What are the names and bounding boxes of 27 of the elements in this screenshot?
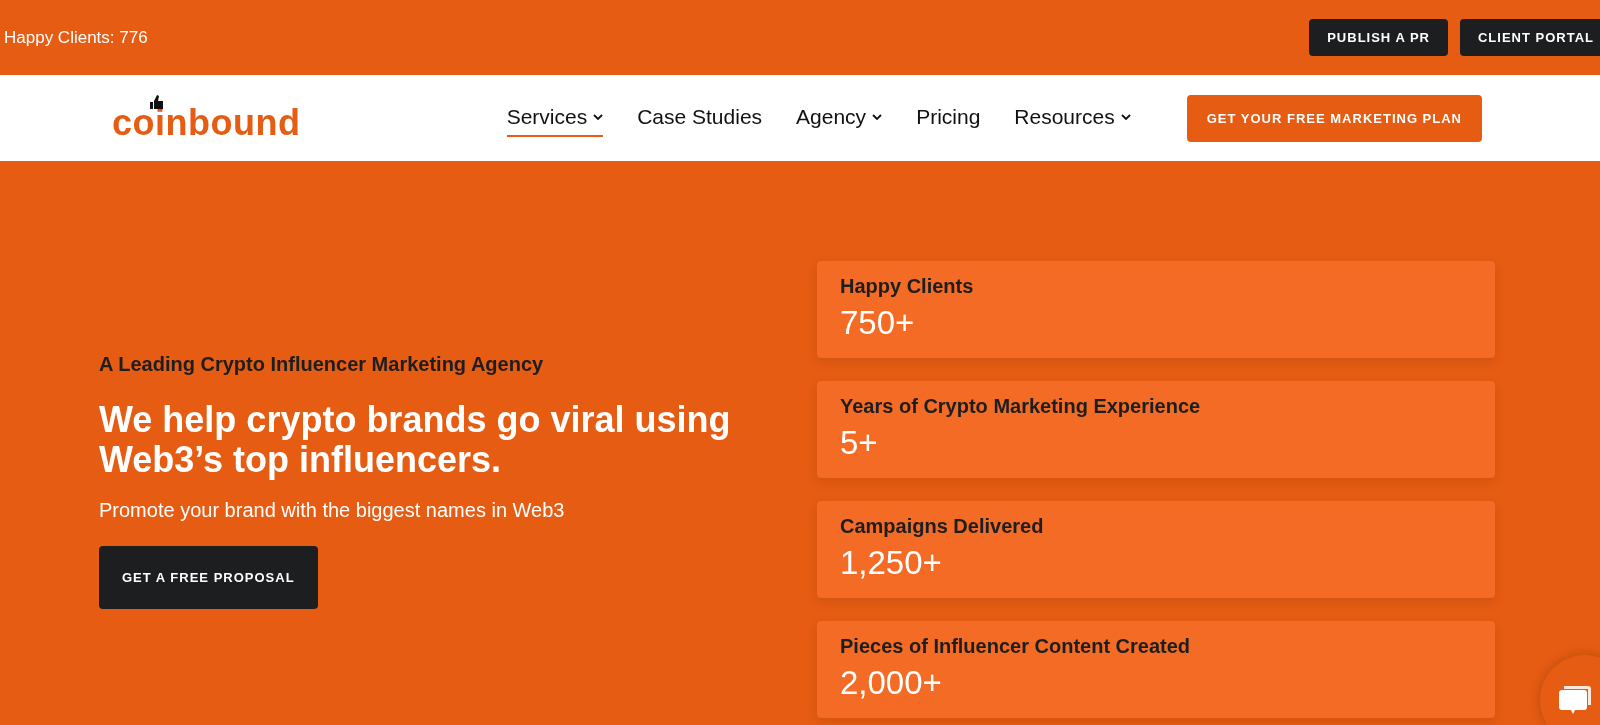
nav-link[interactable]: Case Studies	[637, 99, 763, 137]
nav-link[interactable]: Agency	[796, 99, 883, 137]
stat-label: Pieces of Influencer Content Created	[840, 635, 1192, 658]
stat-label: Happy Clients	[840, 275, 975, 298]
chat-bubble-icon	[1558, 684, 1592, 716]
top-bar-button[interactable]: CLIENT PORTAL	[1459, 19, 1600, 56]
stat-value: 5+	[840, 424, 879, 462]
stat-value: 1,250+	[840, 544, 943, 582]
nav-link[interactable]: Resources	[1014, 99, 1131, 137]
stat-label: Years of Crypto Marketing Experience	[840, 395, 1202, 418]
hero-headline: We help crypto brands go viral using Web3’s top influencers.	[99, 400, 732, 481]
nav-link[interactable]: Services	[506, 99, 604, 137]
nav-link[interactable]: Pricing	[916, 99, 981, 137]
stat-value: 750+	[840, 304, 916, 342]
hero-subtitle: Promote your brand with the biggest names in Web3	[99, 498, 566, 522]
thumbs-up-icon	[150, 94, 164, 110]
marketing-plan-button[interactable]: GET YOUR FREE MARKETING PLAN	[1186, 94, 1482, 142]
stat-value: 2,000+	[840, 664, 943, 702]
logo[interactable]: coinbound	[112, 92, 301, 144]
proposal-button[interactable]: GET A FREE PROPOSAL	[99, 545, 318, 609]
hero-eyebrow: A Leading Crypto Influencer Marketing Agency	[99, 353, 545, 376]
happy-clients-counter: Happy Clients: 776	[4, 27, 148, 48]
stat-label: Campaigns Delivered	[840, 515, 1045, 538]
top-bar-button[interactable]: PUBLISH A PR	[1309, 19, 1448, 56]
chevron-down-icon	[872, 113, 883, 121]
chevron-down-icon	[593, 113, 604, 121]
chevron-down-icon	[1120, 113, 1131, 121]
